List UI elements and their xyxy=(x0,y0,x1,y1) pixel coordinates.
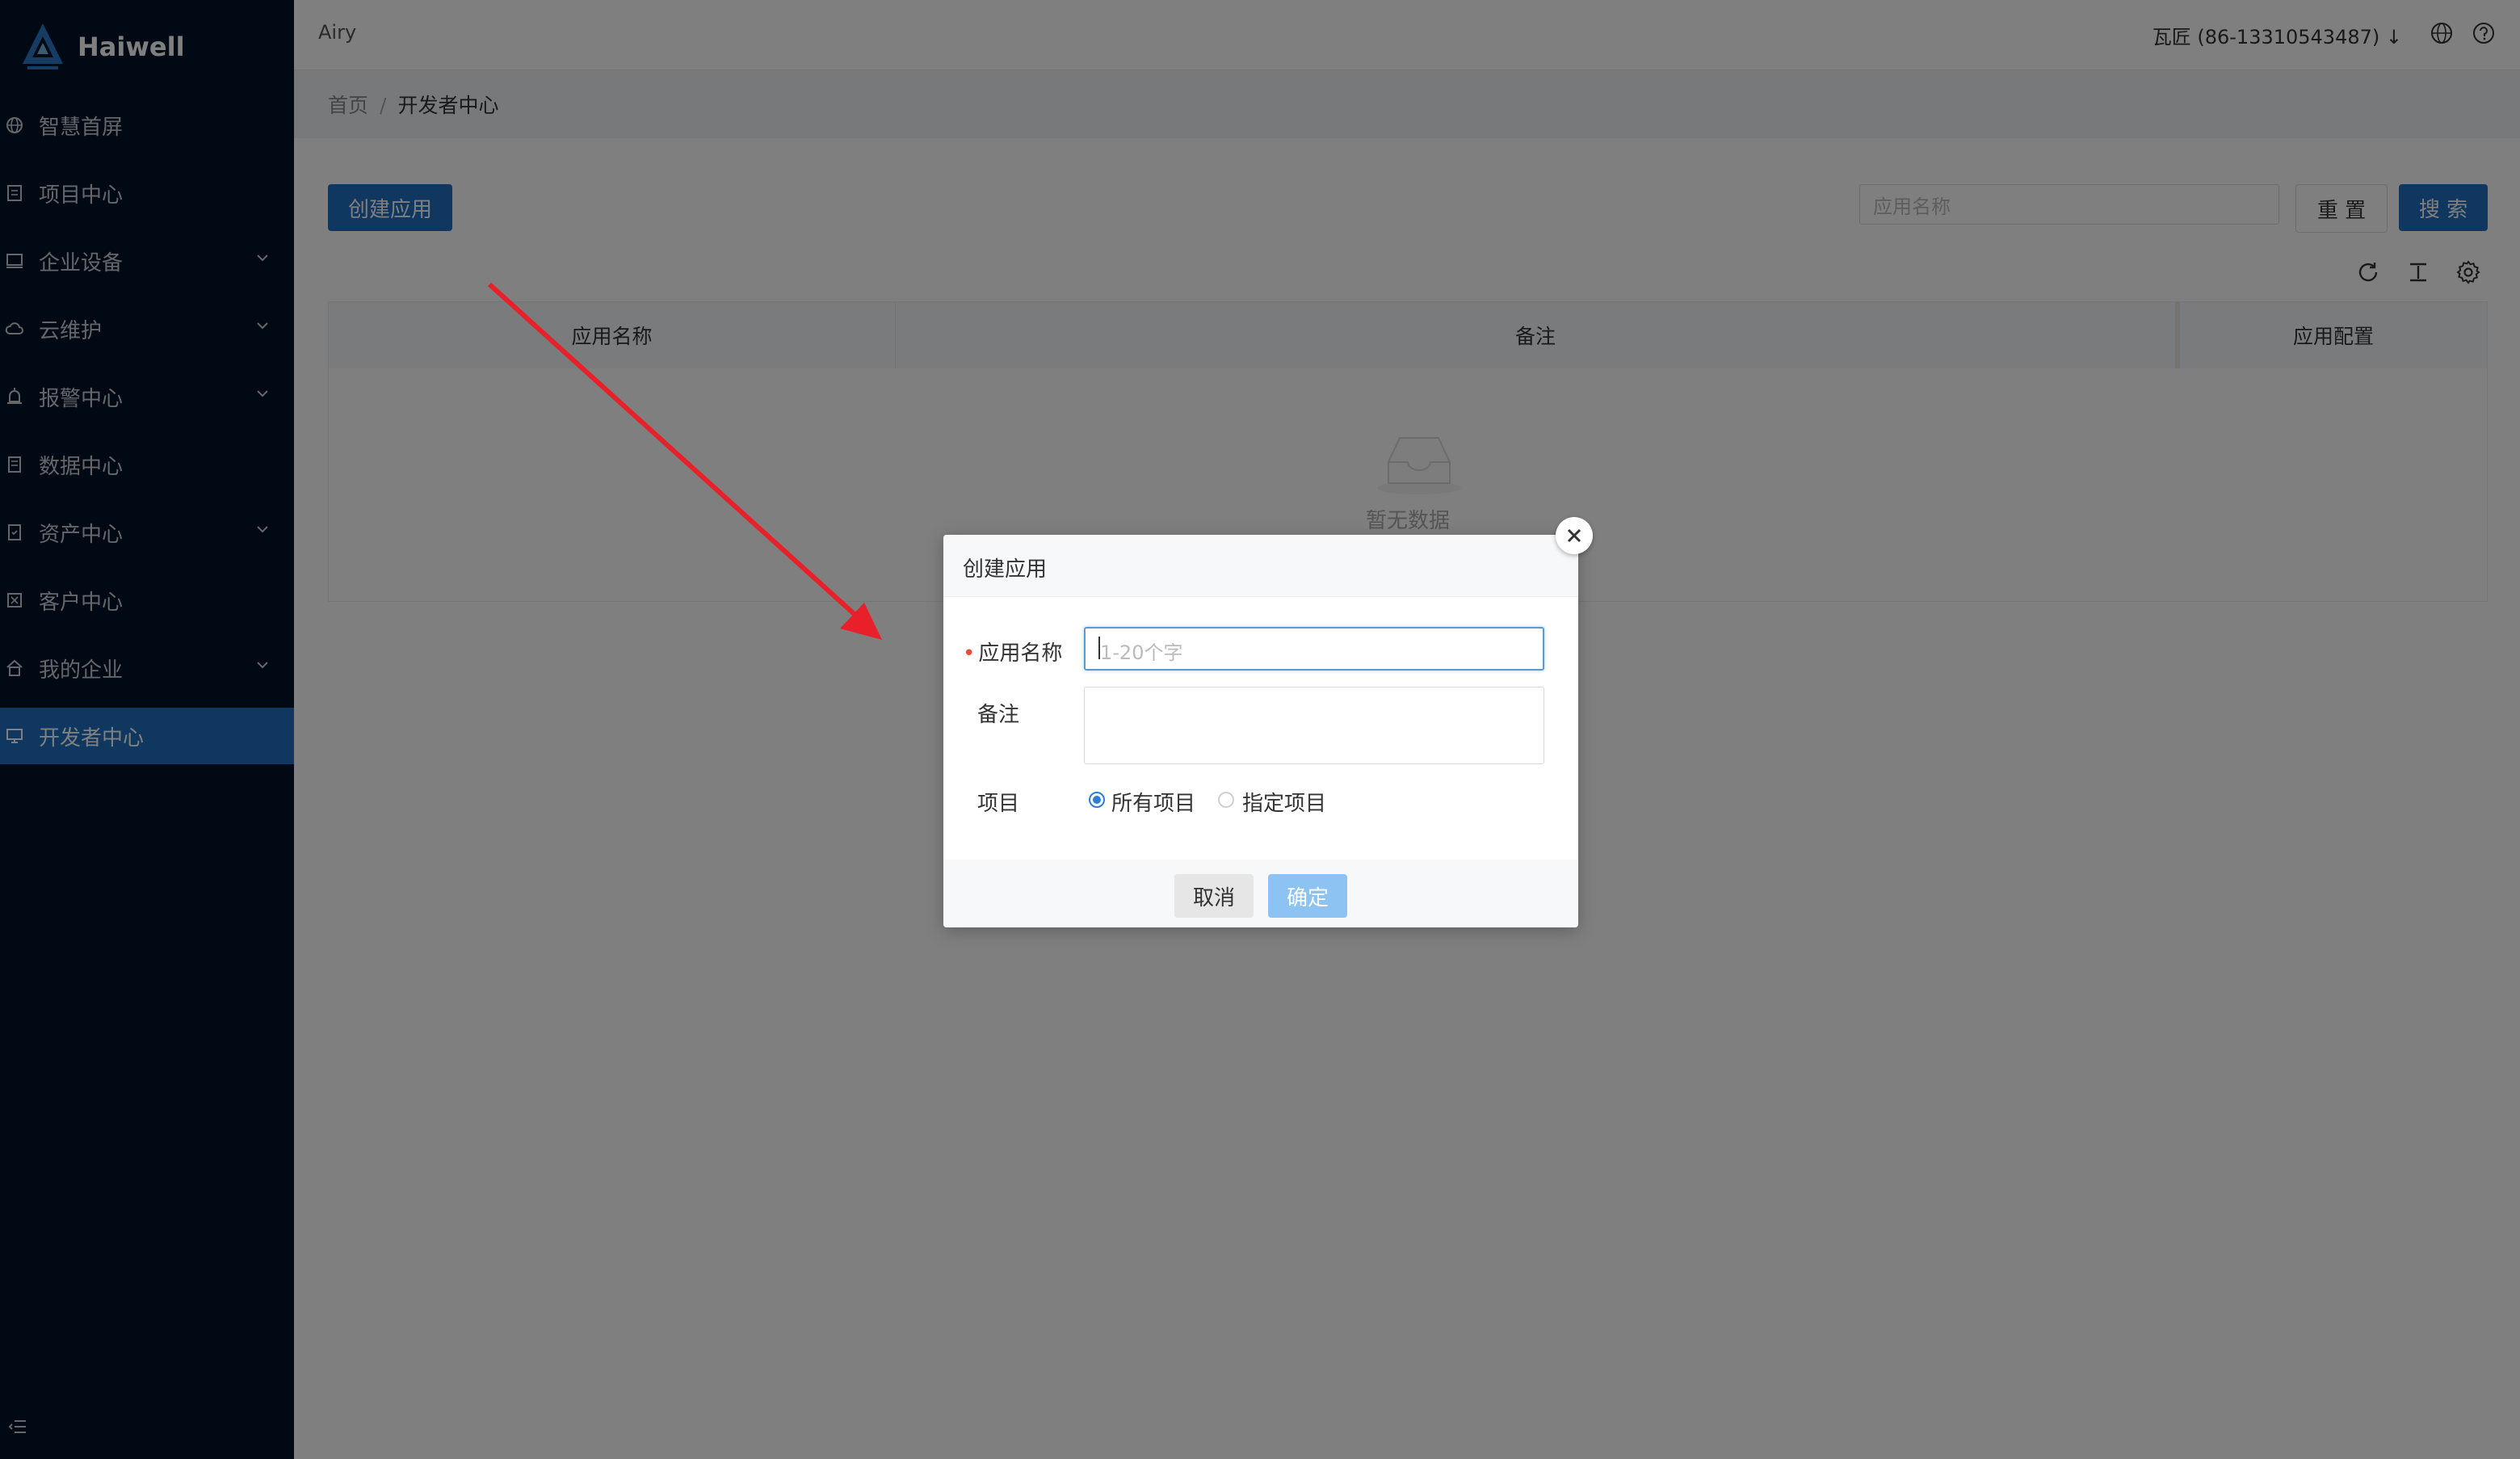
dialog-header: 创建应用 xyxy=(943,535,1578,597)
create-app-dialog: 创建应用 • 应用名称 1-20个字 备注 项目 所有项目 指定项目 取消 确定 xyxy=(943,535,1578,927)
app-name-label-text: 应用名称 xyxy=(978,641,1063,666)
required-mark: • xyxy=(963,641,976,666)
close-icon xyxy=(1567,528,1581,543)
cancel-button[interactable]: 取消 xyxy=(1174,874,1254,918)
radio-all-projects-label[interactable]: 所有项目 xyxy=(1111,787,1195,817)
radio-all-projects[interactable] xyxy=(1089,792,1105,808)
remark-textarea[interactable] xyxy=(1084,687,1544,764)
confirm-button[interactable]: 确定 xyxy=(1268,874,1347,918)
dialog-title: 创建应用 xyxy=(963,557,1048,582)
dialog-footer: 取消 确定 xyxy=(943,860,1578,927)
radio-specified-projects-label[interactable]: 指定项目 xyxy=(1242,787,1326,817)
dialog-close-button[interactable] xyxy=(1556,517,1593,554)
project-label: 项目 xyxy=(977,792,1020,816)
radio-specified-projects[interactable] xyxy=(1218,792,1234,808)
app-name-label: • 应用名称 xyxy=(963,637,1062,666)
app-name-input[interactable]: 1-20个字 xyxy=(1084,627,1544,671)
app-name-placeholder: 1-20个字 xyxy=(1100,641,1183,664)
remark-label: 备注 xyxy=(977,703,1020,727)
